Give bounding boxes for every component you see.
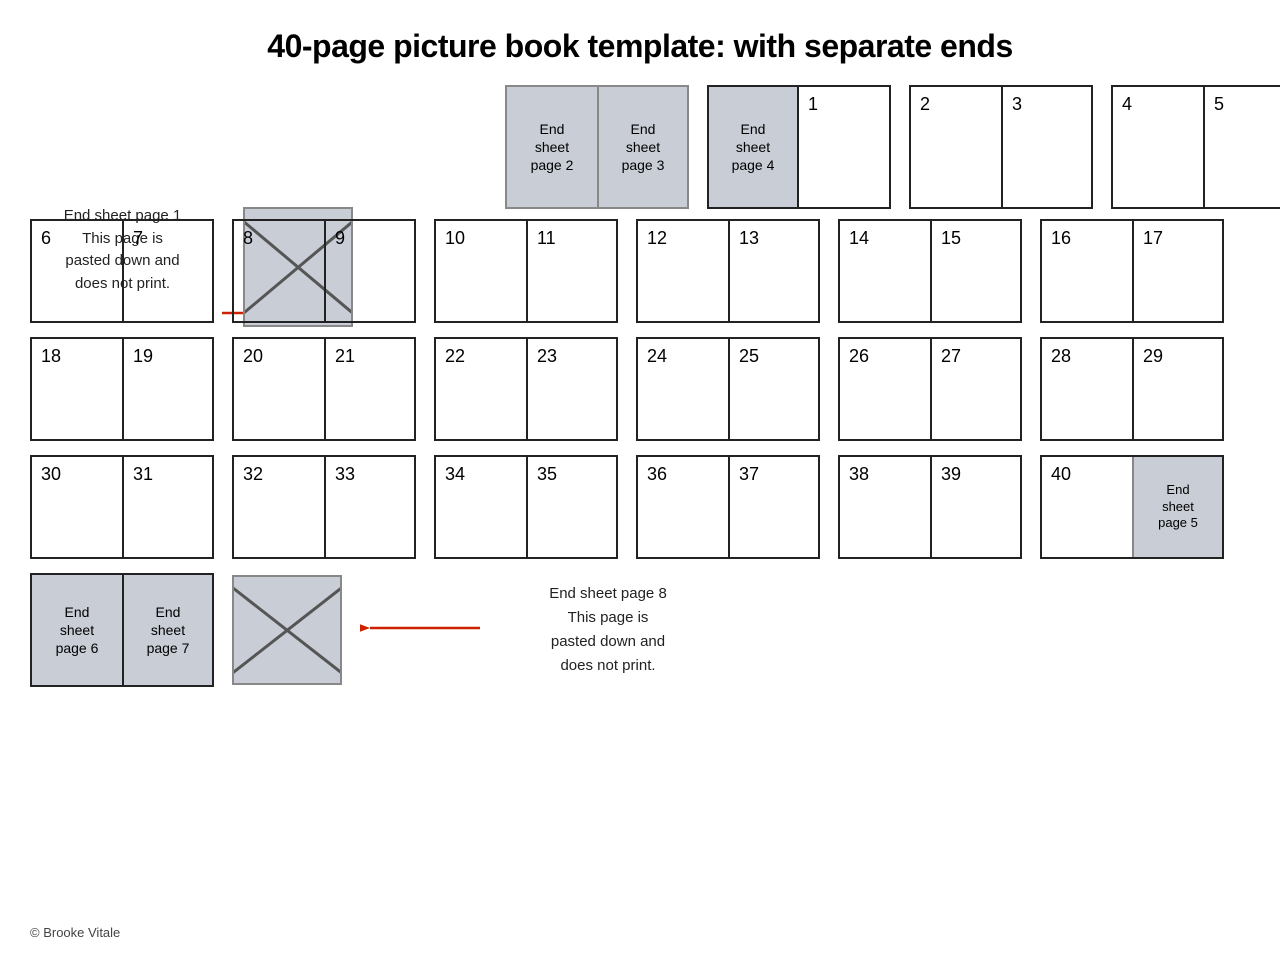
page-2: 2 <box>911 87 1001 207</box>
spread-32-33: 32 33 <box>232 455 416 559</box>
spread-28-29: 28 29 <box>1040 337 1224 441</box>
page-38: 38 <box>840 457 930 557</box>
page-end-4: End sheet page 4 <box>709 87 799 207</box>
spread-38-39: 38 39 <box>838 455 1022 559</box>
annotation-bottom-line4: does not print. <box>508 654 708 678</box>
spread-4-5: 4 5 <box>1111 85 1280 209</box>
page-22: 22 <box>436 339 526 439</box>
spread-20-21: 20 21 <box>232 337 416 441</box>
spread-12-13: 12 13 <box>636 219 820 323</box>
page-34: 34 <box>436 457 526 557</box>
page-14: 14 <box>840 221 930 321</box>
page-28: 28 <box>1042 339 1132 439</box>
page-end-5: End sheet page 5 <box>1132 457 1222 557</box>
annotation-bottom-line3: pasted down and <box>508 630 708 654</box>
spread-26-27: 26 27 <box>838 337 1022 441</box>
bottom-row: End sheet page 6 End sheet page 7 <box>30 573 1250 687</box>
page-19: 19 <box>122 339 212 439</box>
page-39: 39 <box>930 457 1020 557</box>
page-25: 25 <box>728 339 818 439</box>
annotation-bottom-line2: This page is <box>508 606 708 630</box>
page-end-7: End sheet page 7 <box>122 575 212 685</box>
page-end-2: End sheet page 2 <box>507 87 597 207</box>
page-title: 40-page picture book template: with sepa… <box>0 0 1280 85</box>
page-11: 11 <box>526 221 616 321</box>
page-16: 16 <box>1042 221 1132 321</box>
page-27: 27 <box>930 339 1020 439</box>
page-32: 32 <box>234 457 324 557</box>
page-4: 4 <box>1113 87 1203 207</box>
page-35: 35 <box>526 457 616 557</box>
spread-2-3: 2 3 <box>909 85 1093 209</box>
page-21: 21 <box>324 339 414 439</box>
arrow-bottom <box>360 614 490 647</box>
page-20: 20 <box>234 339 324 439</box>
copyright: © Brooke Vitale <box>30 925 120 940</box>
spread-end-2-3: End sheet page 2 End sheet page 3 <box>505 85 689 209</box>
spread-end-6-7: End sheet page 6 End sheet page 7 <box>30 573 214 687</box>
page-end-3: End sheet page 3 <box>597 87 687 207</box>
page-1: 1 <box>799 87 889 207</box>
page-12: 12 <box>638 221 728 321</box>
page-15: 15 <box>930 221 1020 321</box>
page-10: 10 <box>436 221 526 321</box>
spread-18-19: 18 19 <box>30 337 214 441</box>
row-3: 18 19 20 21 22 23 24 25 26 27 28 29 <box>30 337 1250 441</box>
row-2: 6 7 8 9 10 11 12 13 14 15 16 17 <box>30 219 1250 323</box>
page-37: 37 <box>728 457 818 557</box>
spread-8-9: 8 9 <box>232 219 416 323</box>
page-5: 5 <box>1203 87 1280 207</box>
page-33: 33 <box>324 457 414 557</box>
page-23: 23 <box>526 339 616 439</box>
page-31: 31 <box>122 457 212 557</box>
page-17: 17 <box>1132 221 1222 321</box>
page-36: 36 <box>638 457 728 557</box>
page-7: 7 <box>122 221 212 321</box>
row-4: 30 31 32 33 34 35 36 37 38 39 40 End she… <box>30 455 1250 559</box>
page-13: 13 <box>728 221 818 321</box>
spread-14-15: 14 15 <box>838 219 1022 323</box>
page-8: 8 <box>234 221 324 321</box>
spread-22-23: 22 23 <box>434 337 618 441</box>
page-9: 9 <box>324 221 414 321</box>
spread-10-11: 10 11 <box>434 219 618 323</box>
spread-6-7: 6 7 <box>30 219 214 323</box>
page-6: 6 <box>32 221 122 321</box>
spread-40-end5: 40 End sheet page 5 <box>1040 455 1224 559</box>
spread-36-37: 36 37 <box>636 455 820 559</box>
spread-24-25: 24 25 <box>636 337 820 441</box>
page-29: 29 <box>1132 339 1222 439</box>
page-3: 3 <box>1001 87 1091 207</box>
spread-16-17: 16 17 <box>1040 219 1224 323</box>
spread-34-35: 34 35 <box>434 455 618 559</box>
page-40: 40 <box>1042 457 1132 557</box>
page-18: 18 <box>32 339 122 439</box>
annotation-bottom-line1: End sheet page 8 <box>508 582 708 606</box>
page-26: 26 <box>840 339 930 439</box>
page-end-6: End sheet page 6 <box>32 575 122 685</box>
annotation-bottom: End sheet page 8 This page is pasted dow… <box>508 582 708 678</box>
page-30: 30 <box>32 457 122 557</box>
spread-end4-1: End sheet page 4 1 <box>707 85 891 209</box>
page-24: 24 <box>638 339 728 439</box>
x-page-bottom <box>232 575 342 685</box>
spread-30-31: 30 31 <box>30 455 214 559</box>
